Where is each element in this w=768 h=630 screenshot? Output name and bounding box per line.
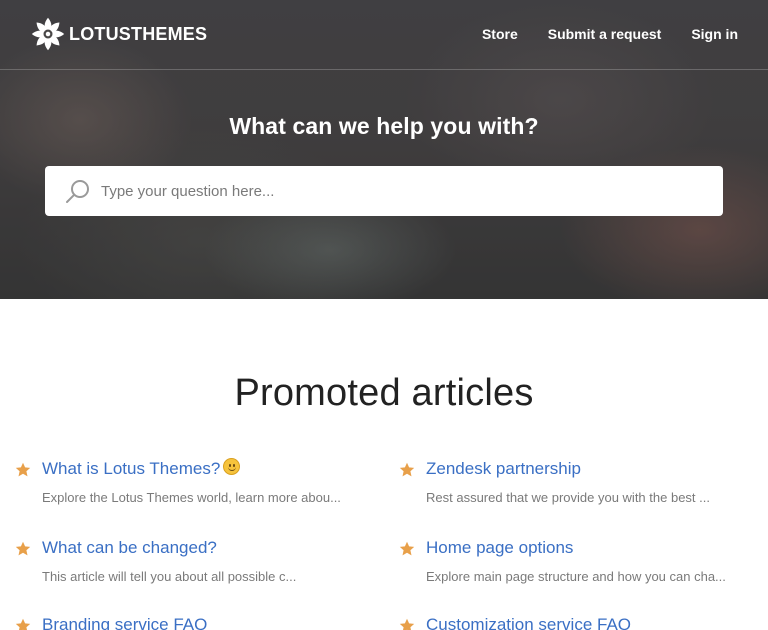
star-icon (15, 462, 31, 477)
article-link[interactable]: What can be changed? (42, 537, 382, 559)
article-item: Branding service FAQ (15, 614, 382, 630)
nav-sign-in-link[interactable]: Sign in (691, 25, 738, 43)
article-link[interactable]: What is Lotus Themes? (42, 458, 382, 480)
article-link[interactable]: Branding service FAQ (42, 614, 382, 630)
article-description: Explore the Lotus Themes world, learn mo… (42, 490, 341, 505)
article-link[interactable]: Home page options (426, 537, 766, 559)
lotus-logo-icon (31, 17, 65, 51)
article-item: What can be changed? This article will t… (15, 537, 382, 585)
smiling-face-emoji-icon (223, 458, 241, 475)
search-input[interactable] (101, 166, 701, 216)
promoted-articles-title: Promoted articles (234, 372, 534, 414)
article-item: What is Lotus Themes? Explore the Lotus … (15, 458, 382, 506)
star-icon (399, 618, 415, 630)
logo-text: LOTUSTHEMES (69, 23, 208, 44)
star-icon (15, 541, 31, 556)
top-navigation: LOTUSTHEMES Store Submit a request Sign … (0, 0, 768, 70)
article-item: Home page options Explore main page stru… (399, 537, 766, 585)
article-link[interactable]: Zendesk partnership (426, 458, 766, 480)
article-title: What is Lotus Themes? (42, 459, 221, 478)
hero-banner: LOTUSTHEMES Store Submit a request Sign … (0, 0, 768, 299)
article-description: This article will tell you about all pos… (42, 569, 297, 584)
hero-title: What can we help you with? (229, 113, 539, 139)
article-link[interactable]: Customization service FAQ (426, 614, 766, 630)
logo-link[interactable]: LOTUSTHEMES (30, 16, 207, 52)
article-item: Customization service FAQ (399, 614, 766, 630)
nav-submit-request-link[interactable]: Submit a request (548, 25, 662, 43)
nav-store-link[interactable]: Store (482, 25, 518, 43)
star-icon (399, 541, 415, 556)
article-description: Explore main page structure and how you … (426, 569, 726, 584)
star-icon (15, 618, 31, 630)
star-icon (399, 462, 415, 477)
article-description: Rest assured that we provide you with th… (426, 490, 710, 505)
header-nav: Store Submit a request Sign in (452, 25, 738, 43)
search-icon (66, 180, 89, 203)
article-item: Zendesk partnership Rest assured that we… (399, 458, 766, 506)
search-box (45, 166, 723, 216)
